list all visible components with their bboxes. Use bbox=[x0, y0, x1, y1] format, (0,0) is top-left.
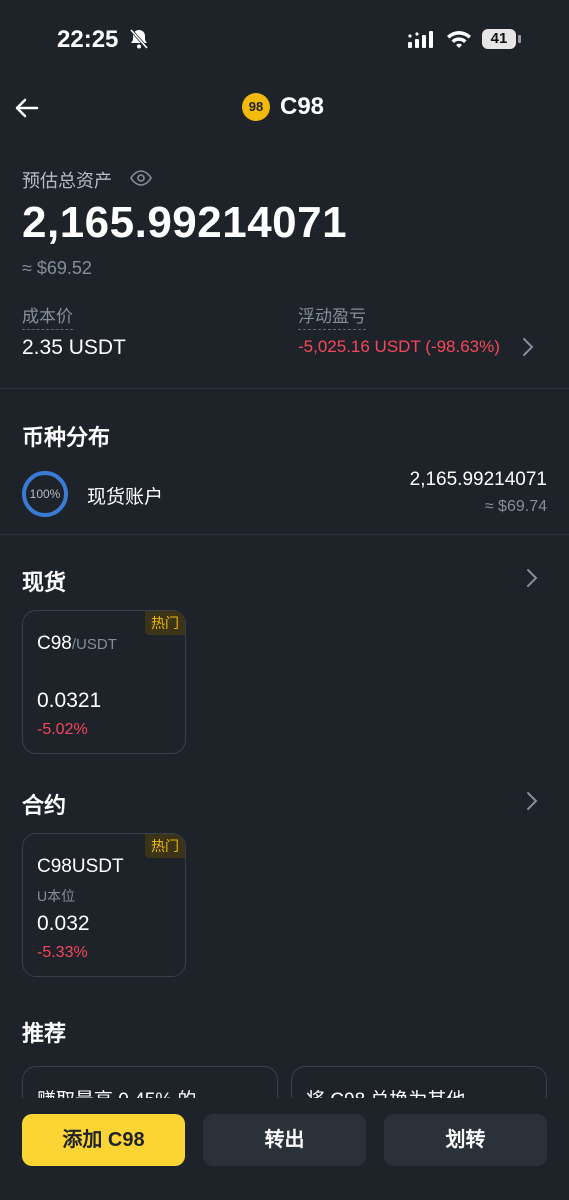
futures-symbol: C98USDT bbox=[37, 856, 124, 877]
chevron-right-icon[interactable] bbox=[520, 336, 536, 358]
recommend-title: 推荐 bbox=[22, 1021, 67, 1046]
chevron-right-icon[interactable] bbox=[524, 567, 540, 589]
add-coin-button[interactable]: 添加 C98 bbox=[22, 1114, 185, 1166]
spot-account-amount: 2,165.99214071 bbox=[409, 469, 547, 490]
spot-pair: C98/USDT bbox=[37, 633, 117, 655]
pnl-value[interactable]: -5,025.16 USDT (-98.63%) bbox=[298, 337, 500, 357]
spot-price: 0.0321 bbox=[37, 689, 102, 712]
spot-account-label: 现货账户 bbox=[87, 487, 164, 508]
divider bbox=[0, 388, 569, 389]
futures-title[interactable]: 合约 bbox=[22, 788, 66, 820]
status-time: 22:25 bbox=[57, 26, 119, 53]
cost-price-value: 2.35 USDT bbox=[22, 336, 126, 359]
wifi-icon bbox=[447, 31, 471, 48]
spot-base: C98 bbox=[37, 633, 72, 654]
futures-type: U本位 bbox=[37, 888, 76, 904]
futures-market-card[interactable]: 热门 C98USDT U本位 0.032 -5.33% bbox=[22, 833, 186, 977]
distribution-title: 币种分布 bbox=[22, 425, 111, 450]
spot-change: -5.02% bbox=[37, 721, 88, 738]
back-arrow-icon[interactable] bbox=[12, 94, 42, 122]
futures-change: -5.33% bbox=[37, 944, 88, 961]
total-assets-value: 2,165.99214071 bbox=[22, 198, 348, 247]
withdraw-button[interactable]: 转出 bbox=[203, 1114, 366, 1166]
chevron-right-icon[interactable] bbox=[524, 790, 540, 812]
total-assets-label: 预估总资产 bbox=[22, 171, 112, 191]
pnl-label: 浮动盈亏 bbox=[298, 302, 366, 330]
spot-quote: /USDT bbox=[71, 636, 117, 653]
eye-icon[interactable] bbox=[130, 170, 152, 186]
futures-price: 0.032 bbox=[37, 912, 90, 935]
page-title: C98 bbox=[280, 93, 325, 120]
battery-indicator: 41 bbox=[482, 29, 516, 49]
divider bbox=[0, 534, 569, 535]
spot-account-usd: ≈ $69.74 bbox=[484, 498, 547, 515]
hot-badge: 热门 bbox=[145, 611, 185, 635]
cellular-signal-icon bbox=[408, 31, 433, 48]
battery-tip bbox=[518, 35, 521, 43]
bell-muted-icon bbox=[129, 29, 149, 49]
transfer-button[interactable]: 划转 bbox=[384, 1114, 547, 1166]
cost-price-label: 成本价 bbox=[22, 302, 73, 330]
hot-badge: 热门 bbox=[145, 834, 185, 858]
allocation-percent: 100% bbox=[29, 487, 61, 501]
spot-market-card[interactable]: 热门 C98/USDT 0.0321 -5.02% bbox=[22, 610, 186, 754]
coin-logo: 98 bbox=[242, 93, 270, 121]
allocation-ring: 100% bbox=[22, 471, 68, 517]
spot-title[interactable]: 现货 bbox=[22, 565, 66, 597]
total-assets-usd: ≈ $69.52 bbox=[22, 258, 92, 278]
